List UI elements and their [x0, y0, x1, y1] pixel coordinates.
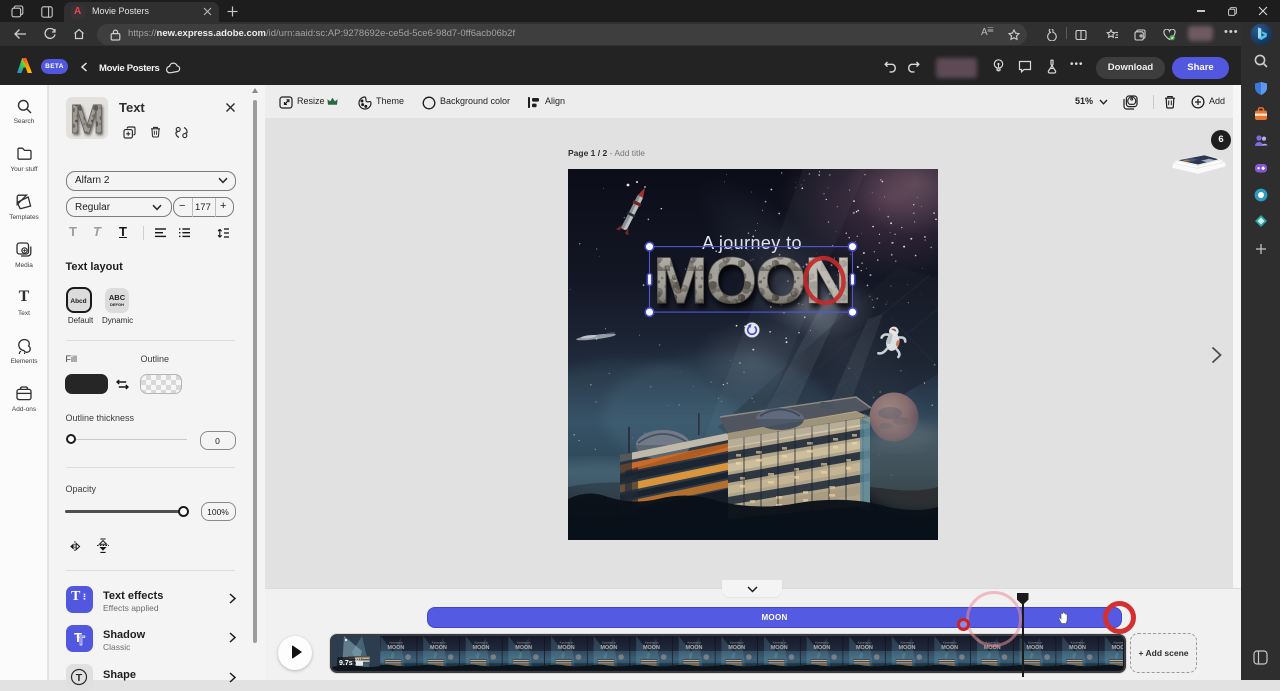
svg-text:T: T — [76, 672, 83, 684]
svg-text:9.7s: 9.7s — [339, 660, 353, 667]
svg-text:M: M — [70, 97, 104, 139]
svg-text:T: T — [77, 633, 85, 648]
